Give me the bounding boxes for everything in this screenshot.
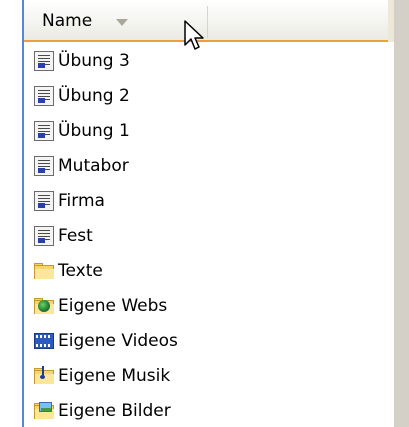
list-item-label: Übung 3 <box>58 51 130 71</box>
list-item-label: Übung 2 <box>58 86 130 106</box>
list-item[interactable]: Mutabor <box>34 151 129 181</box>
video-folder-icon <box>34 331 54 351</box>
list-item-label: Eigene Videos <box>58 331 178 351</box>
folder-icon <box>34 261 54 281</box>
list-item[interactable]: Fest <box>34 221 93 251</box>
list-item[interactable]: Texte <box>34 256 103 286</box>
document-icon <box>34 86 54 106</box>
document-icon <box>34 121 54 141</box>
list-item[interactable]: Eigene Musik <box>34 361 170 391</box>
column-header-label: Name <box>42 11 93 31</box>
list-item[interactable]: Übung 2 <box>34 81 130 111</box>
document-icon <box>34 156 54 176</box>
web-folder-icon <box>34 296 54 316</box>
document-icon <box>34 51 54 71</box>
left-border <box>22 0 24 427</box>
list-item[interactable]: Übung 1 <box>34 116 130 146</box>
list-item[interactable]: Eigene Webs <box>34 291 167 321</box>
list-item[interactable]: Eigene Bilder <box>34 396 171 426</box>
list-item[interactable]: Übung 3 <box>34 46 130 76</box>
music-folder-icon <box>34 366 54 386</box>
list-item-label: Texte <box>58 261 103 281</box>
list-item-label: Firma <box>58 191 105 211</box>
header-edge <box>388 0 394 42</box>
mouse-cursor-icon <box>184 20 204 50</box>
right-edge <box>394 0 409 427</box>
pictures-folder-icon <box>34 401 54 421</box>
list-item-label: Eigene Bilder <box>58 401 171 421</box>
list-item-label: Mutabor <box>58 156 129 176</box>
sort-descending-icon <box>116 19 128 26</box>
document-icon <box>34 191 54 211</box>
list-item[interactable]: Firma <box>34 186 105 216</box>
list-item-label: Eigene Musik <box>58 366 171 386</box>
list-item-label: Fest <box>58 226 93 246</box>
column-header-name[interactable]: Name <box>24 0 394 42</box>
column-divider[interactable] <box>207 6 208 38</box>
list-item[interactable]: Eigene Videos <box>34 326 178 356</box>
list-item-label: Eigene Webs <box>58 296 168 316</box>
list-item-label: Übung 1 <box>58 121 130 141</box>
document-icon <box>34 226 54 246</box>
